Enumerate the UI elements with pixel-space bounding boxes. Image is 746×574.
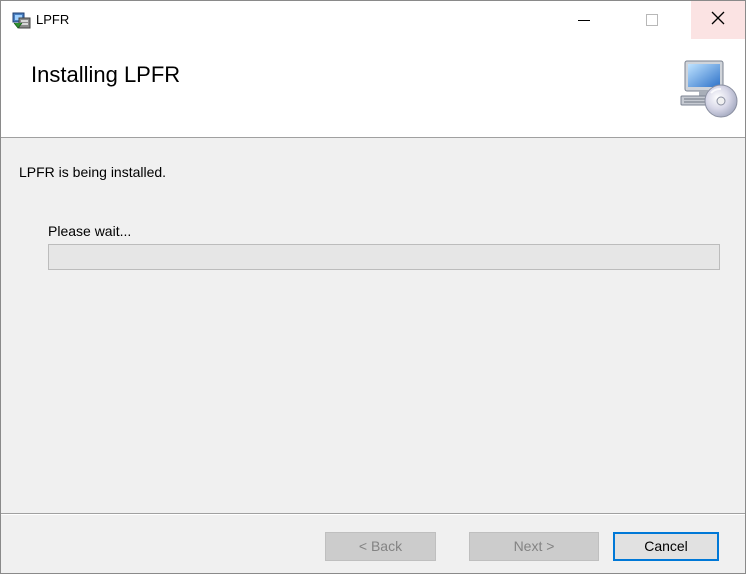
installer-window: LPFR Installing LPFR LPFR is being insta… (0, 0, 746, 574)
install-progress-bar (48, 244, 720, 270)
cancel-button[interactable]: Cancel (613, 532, 719, 561)
minimize-icon (578, 19, 590, 21)
back-button[interactable]: < Back (325, 532, 436, 561)
next-button[interactable]: Next > (469, 532, 599, 561)
maximize-button[interactable] (629, 1, 675, 39)
installer-app-icon (12, 10, 32, 30)
computer-cd-icon (677, 57, 741, 121)
header-banner: Installing LPFR (1, 39, 745, 138)
maximize-icon (646, 14, 658, 26)
window-title: LPFR (36, 12, 70, 27)
title-bar[interactable]: LPFR (1, 1, 745, 39)
close-button[interactable] (691, 1, 745, 39)
close-icon (710, 10, 726, 31)
please-wait-label: Please wait... (48, 223, 132, 239)
page-title: Installing LPFR (31, 62, 181, 87)
install-status-text: LPFR is being installed. (19, 164, 167, 180)
footer-divider (1, 513, 745, 515)
minimize-button[interactable] (561, 1, 607, 39)
